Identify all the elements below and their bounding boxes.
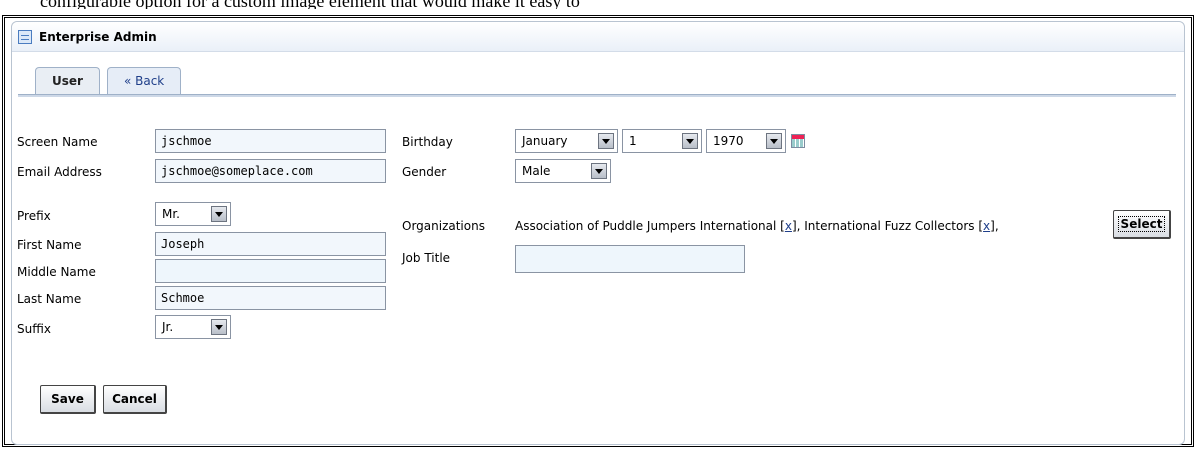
- middle-name-input[interactable]: [155, 259, 386, 283]
- calendar-icon[interactable]: [791, 134, 805, 148]
- birthday-month-select[interactable]: January: [515, 129, 618, 153]
- chevron-down-icon: [211, 319, 227, 335]
- chevron-down-icon: [766, 133, 782, 149]
- portlet-header: Enterprise Admin: [12, 22, 1184, 52]
- top-caption: configurable option for a custom image e…: [0, 0, 1197, 9]
- organization-name: Association of Puddle Jumpers Internatio…: [515, 219, 777, 233]
- save-button[interactable]: Save: [40, 385, 96, 414]
- suffix-select[interactable]: Jr.: [155, 315, 231, 339]
- job-title-label: Job Title: [402, 251, 451, 265]
- organization-remove-link[interactable]: x: [785, 219, 792, 233]
- birthday-year-select[interactable]: 1970: [706, 129, 786, 153]
- birthday-day-select[interactable]: 1: [622, 129, 702, 153]
- tab-divider: [18, 94, 1176, 97]
- gender-select-value: Male: [522, 164, 551, 178]
- screen-name-input[interactable]: jschmoe: [155, 129, 386, 153]
- suffix-label: Suffix: [17, 322, 51, 336]
- last-name-label: Last Name: [17, 292, 82, 306]
- tab-back[interactable]: « Back: [106, 67, 182, 95]
- tab-user[interactable]: User: [35, 67, 100, 95]
- email-label: Email Address: [17, 165, 102, 179]
- suffix-select-value: Jr.: [162, 320, 174, 334]
- select-button-label: Select: [1117, 216, 1166, 232]
- portlet-title: Enterprise Admin: [39, 29, 157, 44]
- portlet: Enterprise Admin User « Back Screen Name…: [11, 21, 1185, 445]
- prefix-label: Prefix: [17, 209, 51, 223]
- first-name-label: First Name: [17, 238, 82, 252]
- tab-bar: User « Back: [35, 67, 182, 95]
- prefix-select[interactable]: Mr.: [155, 202, 231, 226]
- first-name-input[interactable]: Joseph: [155, 232, 386, 256]
- chevron-down-icon: [211, 206, 227, 222]
- last-name-input[interactable]: Schmoe: [155, 286, 386, 310]
- prefix-select-value: Mr.: [162, 207, 180, 221]
- organizations-list: Association of Puddle Jumpers Internatio…: [515, 219, 999, 233]
- middle-name-label: Middle Name: [17, 265, 96, 279]
- screen-name-label: Screen Name: [17, 135, 98, 149]
- email-input[interactable]: jschmoe@someplace.com: [155, 159, 386, 183]
- birthday-year-value: 1970: [713, 134, 744, 148]
- organizations-label: Organizations: [402, 219, 485, 233]
- chevron-down-icon: [591, 163, 607, 179]
- chevron-down-icon: [598, 133, 614, 149]
- cancel-button[interactable]: Cancel: [103, 385, 167, 414]
- job-title-input[interactable]: [515, 245, 745, 273]
- organization-name: International Fuzz Collectors: [804, 219, 975, 233]
- birthday-day-value: 1: [629, 134, 637, 148]
- frame: Enterprise Admin User « Back Screen Name…: [2, 15, 1194, 447]
- organization-remove-link[interactable]: x: [983, 219, 990, 233]
- select-organizations-button[interactable]: Select: [1113, 210, 1171, 239]
- window-list-icon: [18, 29, 32, 44]
- chevron-down-icon: [682, 133, 698, 149]
- gender-label: Gender: [402, 165, 447, 179]
- birthday-month-value: January: [522, 134, 568, 148]
- birthday-label: Birthday: [402, 135, 453, 149]
- gender-select[interactable]: Male: [515, 159, 611, 183]
